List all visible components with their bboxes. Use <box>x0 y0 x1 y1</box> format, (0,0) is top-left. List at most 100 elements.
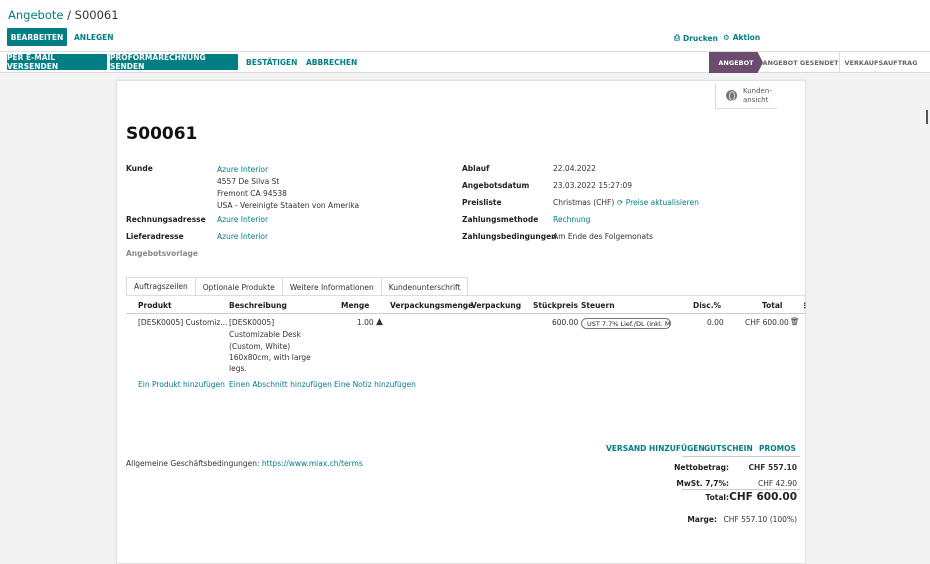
send-proforma-button[interactable]: PROFORMARECHNUNG SENDEN <box>110 53 238 71</box>
stage-quotation[interactable]: ANGEBOT <box>709 52 763 73</box>
row-total: CHF 600.00 <box>745 318 789 327</box>
tab-customer-signature[interactable]: Kundenunterschrift <box>380 277 469 296</box>
column-header-description[interactable]: Beschreibung <box>229 301 287 310</box>
control-panel: Angebote / S00061 BEARBEITEN ANLEGEN ⎙ Dr… <box>0 0 930 52</box>
breadcrumb-parent-link[interactable]: Angebote <box>8 8 63 22</box>
net-amount-label: Nettobetrag: <box>674 463 729 472</box>
add-product-link[interactable]: Ein Produkt hinzufügen <box>138 380 225 389</box>
add-note-link[interactable]: Eine Notiz hinzufügen <box>334 380 416 389</box>
customer-preview-line2: ansicht <box>743 95 769 104</box>
customer-address-line2: Fremont CA 94538 <box>217 189 287 198</box>
margin-label: Marge: <box>687 515 717 524</box>
refresh-icon: ⟳ <box>617 198 624 207</box>
delivery-address-label: Lieferadresse <box>126 232 184 241</box>
column-header-discount[interactable]: Disc.% <box>693 301 721 310</box>
update-prices-label: Preise aktualisieren <box>625 198 699 207</box>
delivery-address-field[interactable]: Azure Interior <box>217 232 268 241</box>
column-header-unit-price[interactable]: Stückpreis <box>533 301 578 310</box>
row-tax-tag[interactable]: UST 7.7% Lief./DL (inkl. MwSt.) <box>581 318 671 329</box>
action-menu[interactable]: ⚙ Aktion <box>723 33 760 42</box>
form-sheet: Kunden- ansicht S00061 Kunde Azure Inter… <box>116 80 808 564</box>
customer-address-line1: 4557 De Silva St <box>217 177 280 186</box>
expiry-field[interactable]: 22.04.2022 <box>553 164 596 173</box>
row-quantity[interactable]: 1.00 <box>357 318 374 327</box>
stage-sales-order[interactable]: VERKAUFSAUFTRAG <box>843 52 919 73</box>
invoice-address-field[interactable]: Azure Interior <box>217 215 268 224</box>
print-menu[interactable]: ⎙ Drucken <box>674 33 718 43</box>
expiry-label: Ablauf <box>462 164 490 173</box>
row-description-line2: Customizable Desk <box>229 330 301 339</box>
column-header-total[interactable]: Total <box>762 301 783 310</box>
terms-link[interactable]: https://www.miax.ch/terms <box>262 459 363 468</box>
column-header-packaging-qty[interactable]: Verpackungsmenge <box>390 301 473 310</box>
payment-terms-field[interactable]: Am Ende des Folgemonats <box>553 232 653 241</box>
coupon-button[interactable]: GUTSCHEIN <box>704 444 753 453</box>
pricelist-label: Preisliste <box>462 198 502 207</box>
total-divider <box>682 489 800 490</box>
column-header-product[interactable]: Produkt <box>138 301 172 310</box>
print-label: Drucken <box>683 33 718 43</box>
edit-button[interactable]: BEARBEITEN <box>7 28 67 46</box>
confirm-button[interactable]: BESTÄTIGEN <box>246 54 297 70</box>
summary-divider <box>682 456 800 457</box>
send-email-button[interactable]: PER E-MAIL VERSENDEN <box>7 53 107 71</box>
print-icon: ⎙ <box>674 33 680 42</box>
optional-columns-icon[interactable]: ⋮ <box>801 301 808 310</box>
customer-address-line3: USA - Vereinigte Staaten von Amerika <box>217 201 360 210</box>
customer-field[interactable]: Azure Interior <box>217 165 268 174</box>
payment-terms-label: Zahlungsbedingungen <box>462 232 557 241</box>
tab-order-lines[interactable]: Auftragszeilen <box>126 277 196 296</box>
column-header-taxes[interactable]: Steuern <box>581 301 615 310</box>
margin-value: CHF 557.10 (100%) <box>723 515 798 524</box>
column-header-quantity[interactable]: Menge <box>341 301 369 310</box>
row-discount[interactable]: 0.00 <box>707 318 724 327</box>
terms-and-conditions: Allgemeine Geschäftsbedingungen: https:/… <box>126 459 363 468</box>
promotions-button[interactable]: PROMOS <box>759 444 796 453</box>
stage-quotation-sent[interactable]: ANGEBOT GESENDET <box>762 52 840 73</box>
row-unit-price[interactable]: 600.00 <box>552 318 578 327</box>
tab-other-info[interactable]: Weitere Informationen <box>281 277 382 296</box>
tab-optional-products[interactable]: Optionale Produkte <box>194 277 283 296</box>
breadcrumb: Angebote / S00061 <box>8 8 119 22</box>
payment-method-field[interactable]: Rechnung <box>553 215 590 224</box>
quotation-template-label: Angebotsvorlage <box>126 249 198 258</box>
customer-label: Kunde <box>126 164 153 173</box>
pricelist-field[interactable]: Christmas (CHF) <box>553 198 614 207</box>
tax-amount-value: CHF 42.90 <box>757 479 797 488</box>
notebook-tabs: Auftragszeilen Optionale Produkte Weiter… <box>126 277 469 296</box>
tax-amount-label: MwSt. 7,7%: <box>676 479 729 488</box>
update-prices-button[interactable]: ⟳ Preise aktualisieren <box>617 198 699 207</box>
net-amount-value: CHF 557.10 <box>748 463 797 472</box>
gear-icon: ⚙ <box>723 33 730 42</box>
action-label: Aktion <box>732 33 761 42</box>
row-description-line3: (Custom, White) <box>229 342 291 351</box>
terms-text: Allgemeine Geschäftsbedingungen: <box>126 459 262 468</box>
breadcrumb-separator: / <box>63 8 75 22</box>
customer-preview-label: Kunden- ansicht <box>743 87 772 105</box>
quotation-date-label: Angebotsdatum <box>462 181 530 190</box>
customer-preview-button[interactable]: Kunden- ansicht <box>715 83 777 109</box>
payment-method-label: Zahlungsmethode <box>462 215 539 224</box>
add-section-link[interactable]: Einen Abschnitt hinzufügen <box>229 380 332 389</box>
breadcrumb-current: S00061 <box>74 8 119 22</box>
column-header-packaging[interactable]: Verpackung <box>471 301 521 310</box>
customer-preview-line1: Kunden- <box>743 86 772 95</box>
table-header-divider <box>126 313 806 314</box>
form-statusbar: PER E-MAIL VERSENDEN PROFORMARECHNUNG SE… <box>0 52 930 73</box>
total-value: CHF 600.00 <box>729 491 797 503</box>
row-description-line5: legs. <box>229 364 247 373</box>
delete-row-icon[interactable]: 🗑 <box>790 317 800 326</box>
record-title: S00061 <box>126 124 198 144</box>
row-description-line1: [DESK0005] <box>229 318 275 327</box>
row-description-line4: 160x80cm, with large <box>229 353 311 362</box>
scrollbar-indicator[interactable] <box>926 110 928 124</box>
globe-icon <box>726 90 737 101</box>
cancel-button[interactable]: ABBRECHEN <box>306 54 357 70</box>
row-product[interactable]: [DESK0005] Customiz... <box>138 318 227 327</box>
create-button[interactable]: ANLEGEN <box>74 28 114 46</box>
quotation-date-field[interactable]: 23.03.2022 15:27:09 <box>553 181 632 190</box>
invoice-address-label: Rechnungsadresse <box>126 215 206 224</box>
forecast-chart-icon[interactable]: ▲ <box>376 317 383 327</box>
tab-divider <box>126 295 806 296</box>
add-shipping-button[interactable]: VERSAND HINZUFÜGEN <box>606 444 705 453</box>
